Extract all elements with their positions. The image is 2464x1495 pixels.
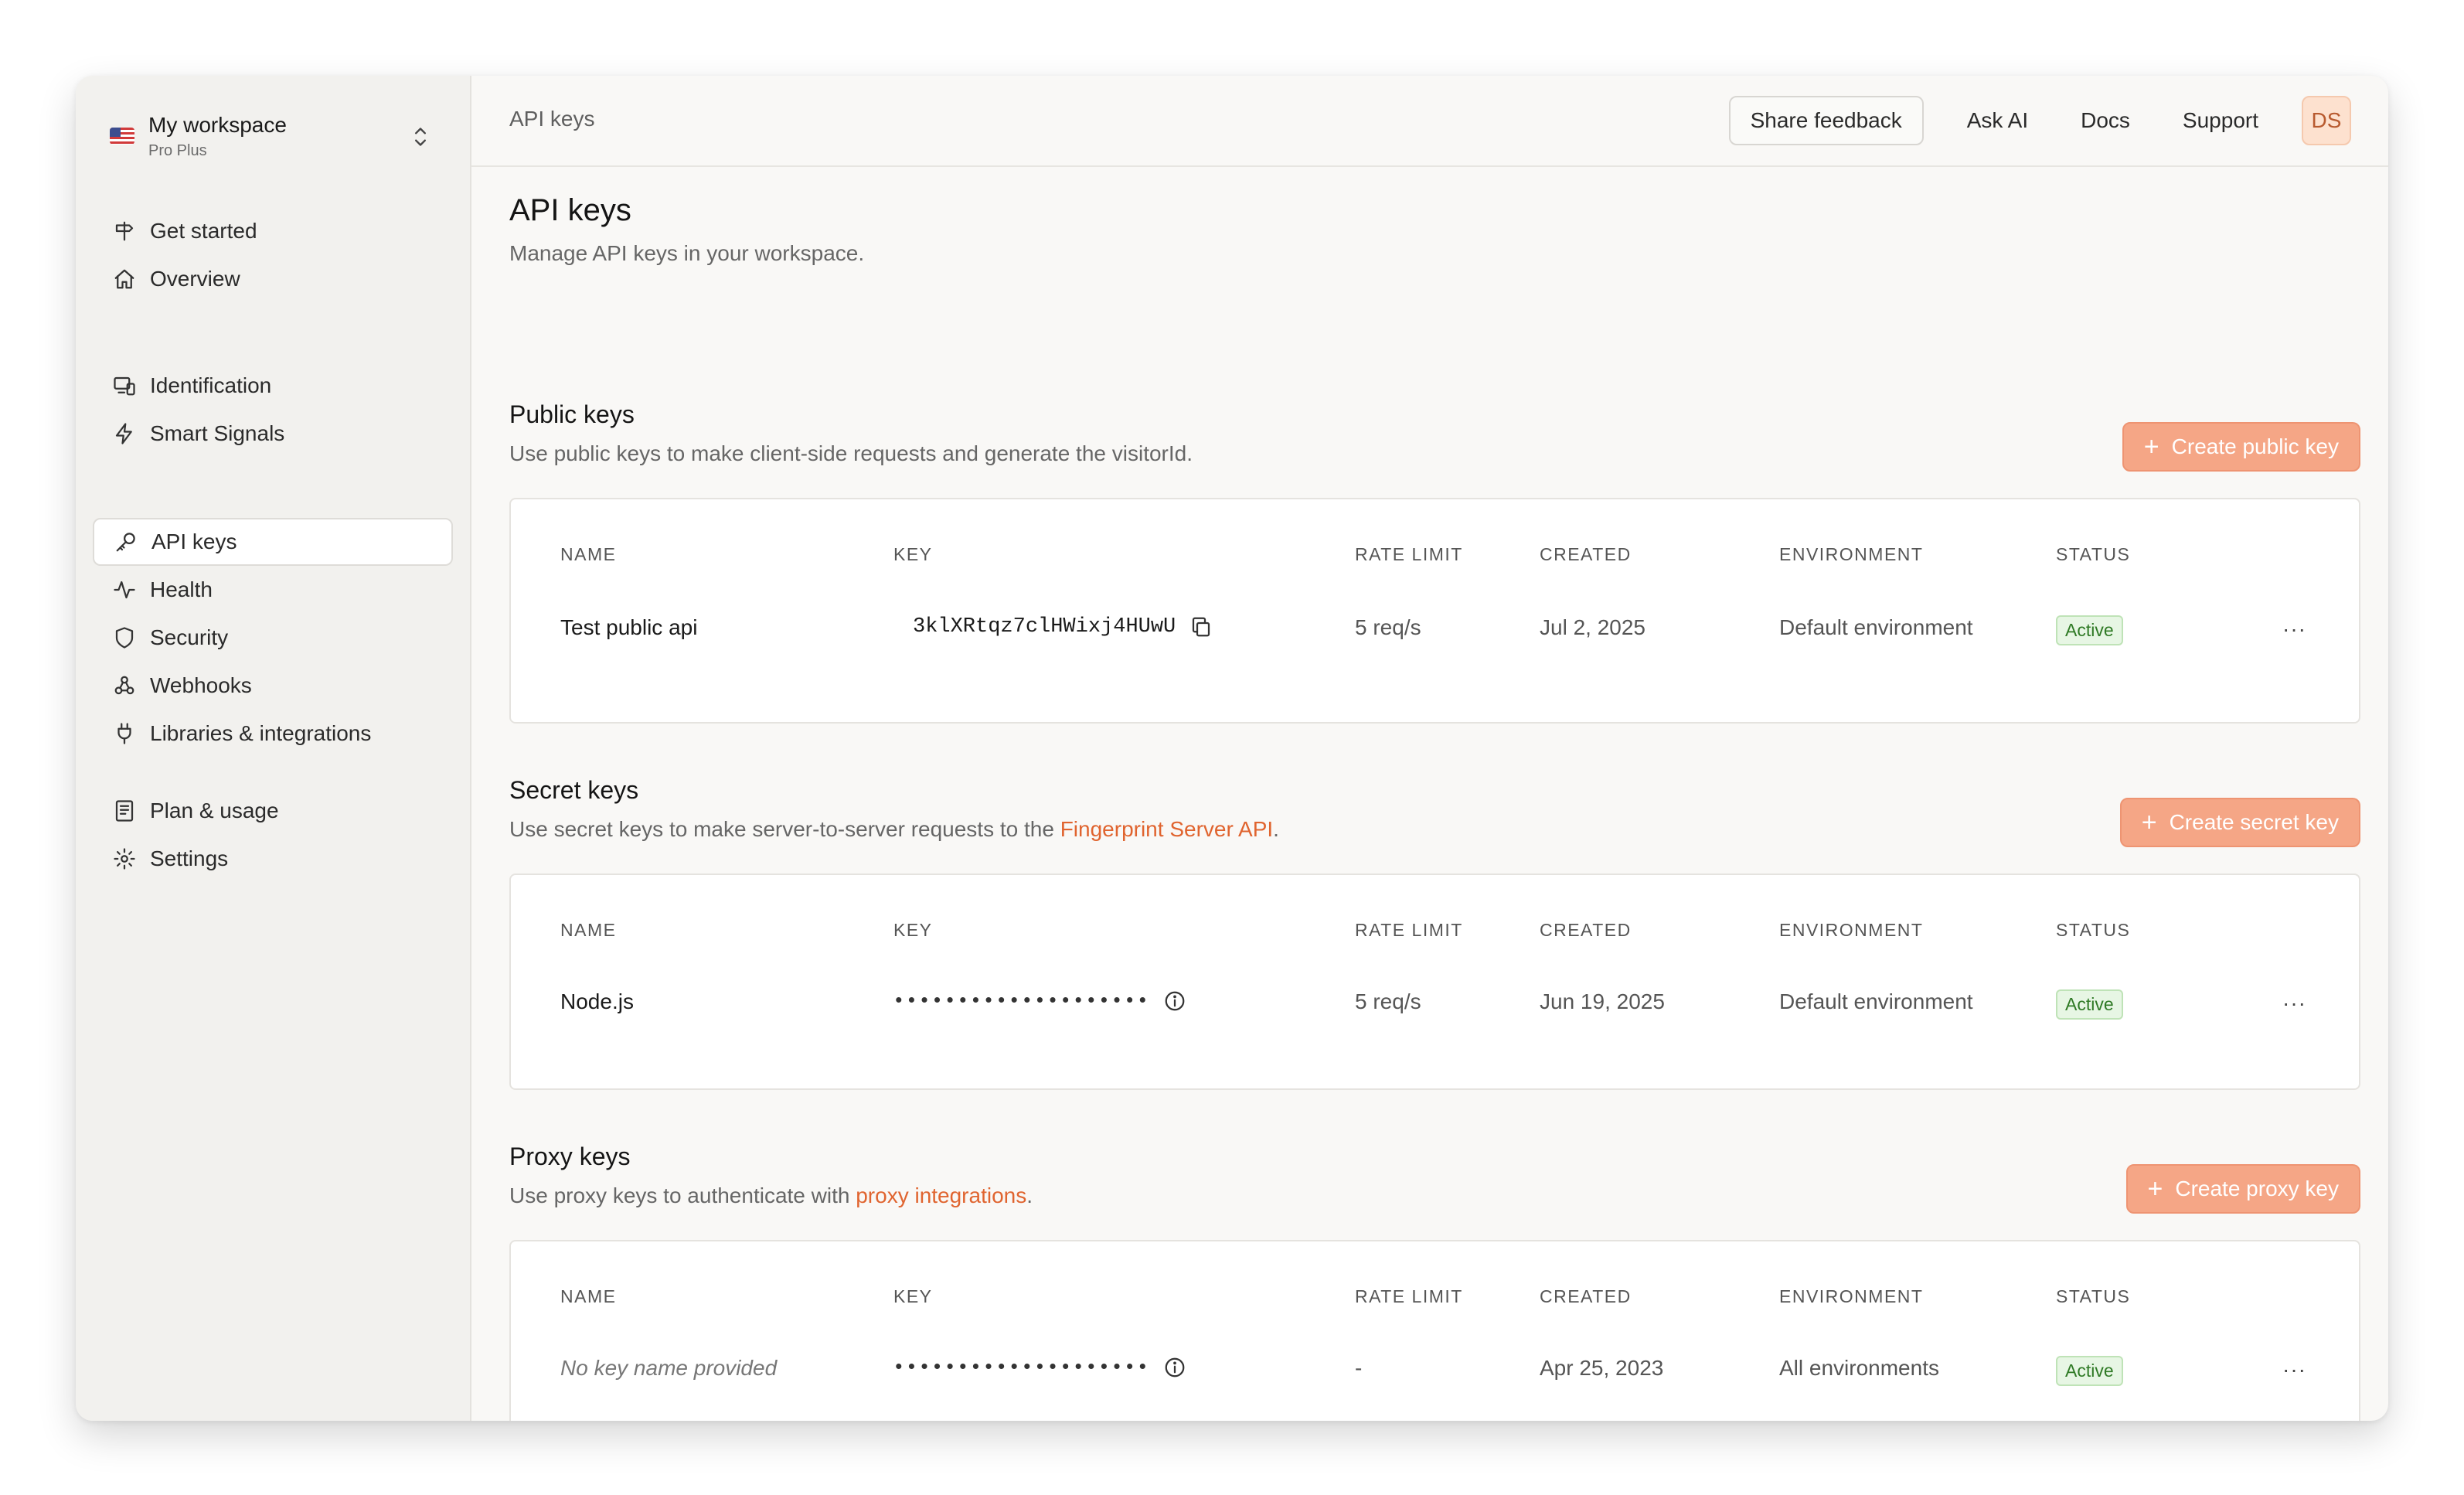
receipt-icon xyxy=(115,800,134,822)
created-date: Jun 19, 2025 xyxy=(1540,989,1665,1013)
rate-limit: 5 req/s xyxy=(1355,989,1421,1013)
secret-keys-table: NAME KEY RATE LIMIT CREATED ENVIRONMENT … xyxy=(509,874,2360,1090)
sidebar-item-get-started[interactable]: Get started xyxy=(93,207,453,255)
status-badge: Active xyxy=(2056,1356,2123,1386)
workspace-name: My workspace xyxy=(148,112,287,137)
home-icon xyxy=(114,269,134,289)
public-keys-table: NAME KEY RATE LIMIT CREATED ENVIRONMENT … xyxy=(509,498,2360,724)
us-flag-icon xyxy=(110,128,134,145)
sidebar-item-libraries-integrations[interactable]: Libraries & integrations xyxy=(93,710,453,758)
section-title: Secret keys xyxy=(509,776,639,804)
create-secret-key-button[interactable]: + Create secret key xyxy=(2119,798,2360,847)
activity-icon xyxy=(114,581,135,599)
plus-icon: + xyxy=(2143,432,2159,461)
section-title: Proxy keys xyxy=(509,1143,631,1170)
sidebar-item-identification[interactable]: Identification xyxy=(93,362,453,410)
copy-icon[interactable] xyxy=(1189,615,1213,639)
masked-key: •••••••••••••••••••• xyxy=(893,1356,1150,1379)
sidebar-item-smart-signals[interactable]: Smart Signals xyxy=(93,410,453,458)
lightning-icon xyxy=(115,423,132,444)
environment: All environments xyxy=(1779,1356,1939,1380)
plus-icon: + xyxy=(2147,1174,2163,1204)
created-date: Jul 2, 2025 xyxy=(1540,615,1646,639)
proxy-keys-table: NAME KEY RATE LIMIT CREATED ENVIRONMENT … xyxy=(509,1240,2360,1421)
environment: Default environment xyxy=(1779,989,1973,1013)
info-icon[interactable] xyxy=(1163,1356,1186,1379)
webhook-icon xyxy=(114,676,134,695)
nav-group-products: Identification Smart Signals xyxy=(93,362,453,458)
sidebar: My workspace Pro Plus Get started Overvi… xyxy=(76,76,471,1421)
top-bar: API keys Share feedback Ask AI Docs Supp… xyxy=(471,76,2388,167)
status-badge: Active xyxy=(2056,989,2123,1020)
main-content: API keys Share feedback Ask AI Docs Supp… xyxy=(471,76,2388,1421)
table-row[interactable]: No key name provided •••••••••••••••••••… xyxy=(511,1356,2359,1387)
table-row[interactable]: Node.js •••••••••••••••••••• 5 req/s Jun… xyxy=(511,989,2359,1020)
sidebar-item-security[interactable]: Security xyxy=(93,614,453,662)
sidebar-item-overview[interactable]: Overview xyxy=(93,255,453,303)
nav-group-account: Plan & usage Settings xyxy=(93,787,453,883)
info-icon[interactable] xyxy=(1163,989,1186,1013)
table-row[interactable]: Test public api 3klXRtqz7clHWixj4HUwU 5 … xyxy=(511,615,2359,646)
server-api-link[interactable]: Fingerprint Server API xyxy=(1060,817,1273,841)
secret-keys-section: Secret keys Use secret keys to make serv… xyxy=(509,776,2360,1090)
section-title: Public keys xyxy=(509,400,635,428)
workspace-plan: Pro Plus xyxy=(148,141,207,159)
plug-icon xyxy=(117,723,131,744)
plus-icon: + xyxy=(2141,808,2157,837)
devices-icon xyxy=(114,376,135,396)
proxy-integrations-link[interactable]: proxy integrations xyxy=(856,1183,1026,1207)
share-feedback-button[interactable]: Share feedback xyxy=(1728,96,1924,145)
masked-key: •••••••••••••••••••• xyxy=(893,989,1150,1013)
support-link[interactable]: Support xyxy=(2183,108,2258,133)
breadcrumb: API keys xyxy=(509,107,595,131)
sidebar-item-settings[interactable]: Settings xyxy=(93,835,453,883)
sidebar-item-plan-usage[interactable]: Plan & usage xyxy=(93,787,453,835)
page-title: API keys xyxy=(509,193,631,227)
workspace-switcher[interactable]: My workspace Pro Plus xyxy=(110,93,450,179)
rate-limit: - xyxy=(1355,1356,1363,1380)
docs-link[interactable]: Docs xyxy=(2081,108,2130,133)
nav-group-developers: API keys Health Security Webhooks Librar… xyxy=(93,518,453,758)
section-description: Use public keys to make client-side requ… xyxy=(509,441,1193,465)
nav-group-start: Get started Overview xyxy=(93,207,453,303)
avatar[interactable]: DS xyxy=(2302,96,2351,145)
proxy-keys-section: Proxy keys Use proxy keys to authenticat… xyxy=(509,1143,2360,1421)
app-window: My workspace Pro Plus Get started Overvi… xyxy=(76,76,2388,1421)
key-name: No key name provided xyxy=(560,1356,778,1380)
gear-icon xyxy=(114,848,135,870)
row-menu-button[interactable]: ··· xyxy=(2282,1357,2306,1382)
sidebar-item-api-keys[interactable]: API keys xyxy=(93,518,453,566)
create-public-key-button[interactable]: + Create public key xyxy=(2122,422,2360,472)
create-proxy-key-button[interactable]: + Create proxy key xyxy=(2125,1164,2360,1214)
created-date: Apr 25, 2023 xyxy=(1540,1356,1664,1380)
ask-ai-link[interactable]: Ask AI xyxy=(1967,108,2028,133)
key-icon xyxy=(116,533,135,552)
sidebar-item-health[interactable]: Health xyxy=(93,566,453,614)
public-key-value: 3klXRtqz7clHWixj4HUwU xyxy=(913,615,1176,639)
row-menu-button[interactable]: ··· xyxy=(2282,617,2306,642)
row-menu-button[interactable]: ··· xyxy=(2282,991,2306,1016)
section-description: Use proxy keys to authenticate with prox… xyxy=(509,1183,1033,1207)
signpost-icon xyxy=(115,221,134,241)
page-subtitle: Manage API keys in your workspace. xyxy=(509,241,865,265)
sidebar-item-webhooks[interactable]: Webhooks xyxy=(93,662,453,710)
chevron-up-down-icon xyxy=(415,128,426,146)
status-badge: Active xyxy=(2056,615,2123,645)
key-name: Node.js xyxy=(560,989,634,1013)
rate-limit: 5 req/s xyxy=(1355,615,1421,639)
environment: Default environment xyxy=(1779,615,1973,639)
shield-icon xyxy=(115,627,134,649)
key-name: Test public api xyxy=(560,615,698,639)
section-description: Use secret keys to make server-to-server… xyxy=(509,817,1279,841)
public-keys-section: Public keys Use public keys to make clie… xyxy=(509,400,2360,724)
